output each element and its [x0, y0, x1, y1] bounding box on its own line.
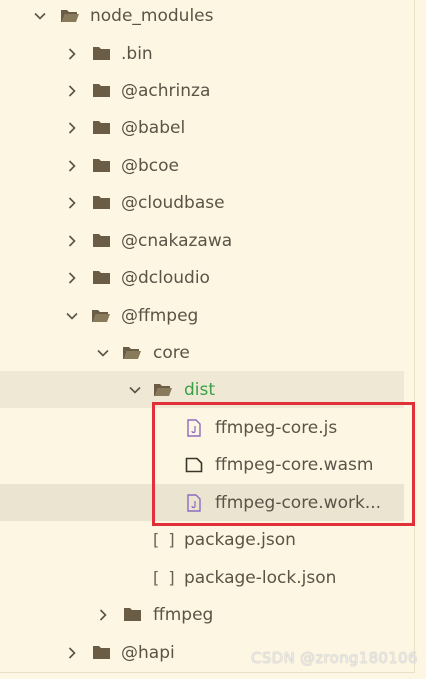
tree-item-dcloudio[interactable]: @dcloudio	[0, 259, 414, 296]
chevron-right-icon[interactable]	[64, 645, 80, 661]
folder-open-icon	[153, 381, 173, 399]
folder-open-icon	[122, 344, 142, 362]
folder-icon	[91, 644, 111, 662]
folder-icon	[91, 269, 111, 287]
chevron-down-icon[interactable]	[127, 382, 143, 398]
tree-item-core[interactable]: core	[0, 334, 414, 371]
tree-item-label: core	[153, 342, 190, 363]
tree-item-ffmpeg-scope[interactable]: @ffmpeg	[0, 297, 414, 334]
tree-item-babel[interactable]: @babel	[0, 109, 414, 146]
folder-icon	[91, 194, 111, 212]
tree-item-package-json[interactable]: [ ] package.json	[0, 521, 414, 558]
tree-item-label: ffmpeg	[153, 604, 214, 625]
folder-icon	[91, 82, 111, 100]
folder-icon	[91, 45, 111, 63]
tree-item-label: @achrinza	[121, 80, 211, 101]
chevron-down-icon[interactable]	[32, 8, 48, 24]
folder-icon	[91, 232, 111, 250]
json-file-icon: [ ]	[153, 530, 177, 549]
tree-item-cnakazawa[interactable]: @cnakazawa	[0, 222, 414, 259]
folder-icon	[91, 119, 111, 137]
tree-item-bin[interactable]: .bin	[0, 35, 414, 72]
tree-item-label: @cloudbase	[121, 192, 225, 213]
chevron-right-icon[interactable]	[64, 120, 80, 136]
chevron-right-icon[interactable]	[64, 195, 80, 211]
chevron-down-icon[interactable]	[64, 308, 80, 324]
tree-item-label: @ffmpeg	[121, 305, 199, 326]
tree-item-label: @dcloudio	[121, 267, 210, 288]
chevron-down-icon[interactable]	[95, 345, 111, 361]
tree-item-cloudbase[interactable]: @cloudbase	[0, 184, 414, 221]
folder-open-icon	[60, 7, 80, 25]
tree-item-label: @cnakazawa	[121, 230, 233, 251]
tree-item-label: .bin	[121, 43, 153, 64]
folder-icon	[122, 606, 142, 624]
tree-item-label: @hapi	[121, 642, 175, 663]
tree-item-package-lock-json[interactable]: [ ] package-lock.json	[0, 559, 414, 596]
tree-item-ffmpeg[interactable]: ffmpeg	[0, 596, 414, 633]
watermark: CSDN @zrong180106	[251, 649, 418, 667]
highlight-box	[152, 402, 415, 526]
chevron-right-icon[interactable]	[64, 83, 80, 99]
tree-item-label: @babel	[121, 117, 186, 138]
tree-item-bcoe[interactable]: @bcoe	[0, 147, 414, 184]
chevron-right-icon[interactable]	[95, 607, 111, 623]
tree-item-label: package.json	[184, 529, 296, 550]
explorer-panel: node_modules .bin @achrinza @babel @bcoe…	[0, 0, 415, 673]
tree-item-label: package-lock.json	[184, 567, 337, 588]
tree-item-achrinza[interactable]: @achrinza	[0, 72, 414, 109]
json-file-icon: [ ]	[153, 568, 177, 587]
tree-item-label: node_modules	[90, 5, 214, 26]
chevron-right-icon[interactable]	[64, 270, 80, 286]
tree-item-label: dist	[184, 379, 216, 400]
tree-item-label: @bcoe	[121, 155, 179, 176]
chevron-right-icon[interactable]	[64, 46, 80, 62]
tree-item-node-modules[interactable]: node_modules	[0, 0, 414, 34]
folder-icon	[91, 157, 111, 175]
chevron-right-icon[interactable]	[64, 158, 80, 174]
folder-open-icon	[91, 307, 111, 325]
chevron-right-icon[interactable]	[64, 233, 80, 249]
